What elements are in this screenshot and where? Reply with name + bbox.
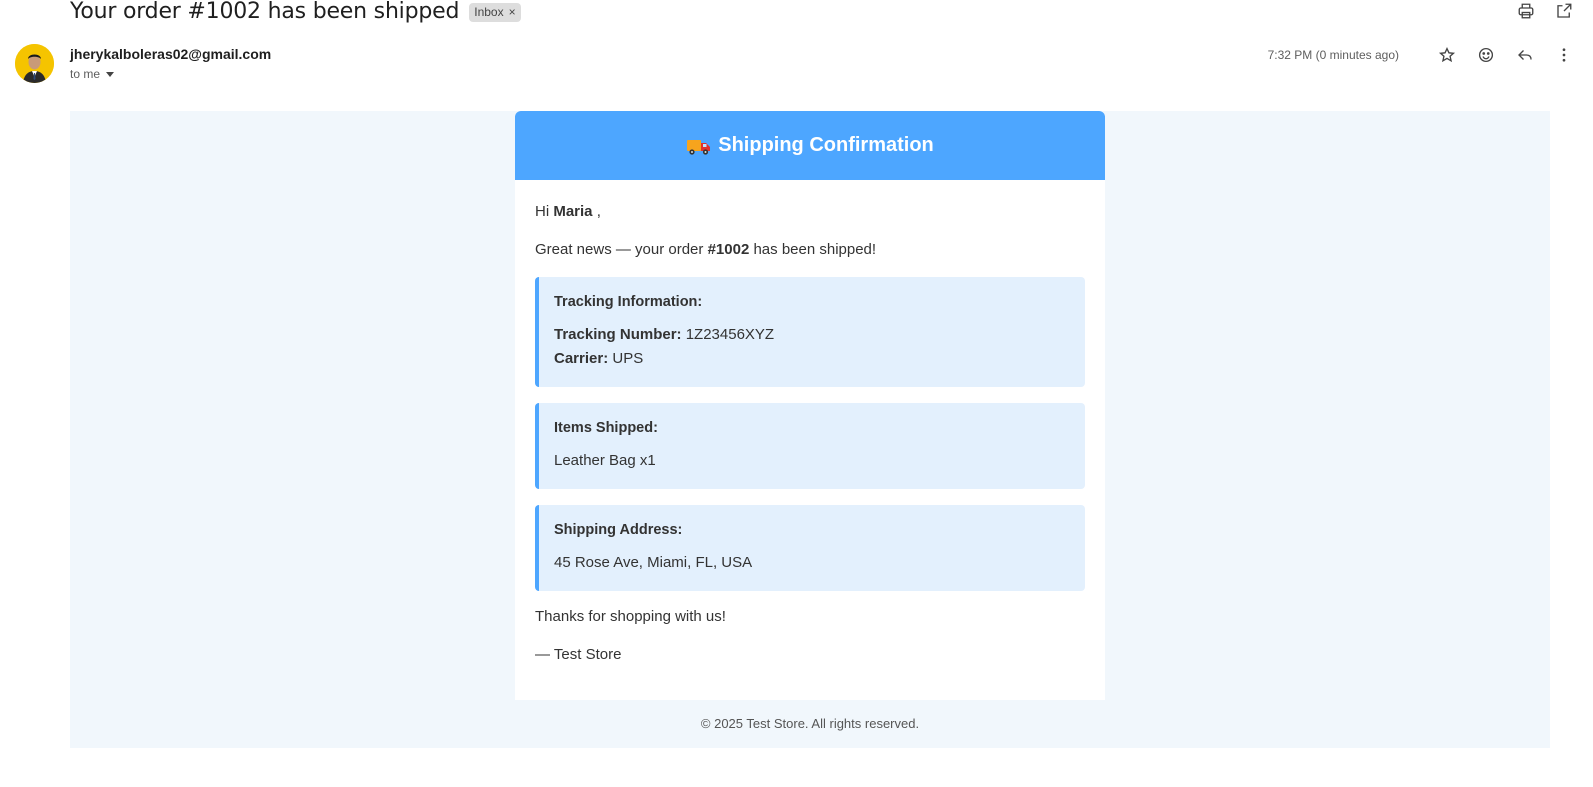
- remove-label-icon[interactable]: ×: [509, 5, 516, 19]
- email-body-background: Shipping Confirmation Hi Maria , Great n…: [70, 111, 1550, 748]
- label-text: Inbox: [474, 5, 504, 19]
- email-footer: © 2025 Test Store. All rights reserved.: [700, 716, 920, 731]
- email-banner: Shipping Confirmation: [515, 111, 1105, 180]
- tracking-number-value: 1Z23456XYZ: [685, 326, 775, 343]
- email-content: Hi Maria , Great news — your order #1002…: [515, 180, 1105, 665]
- intro-prefix: Great news — your order: [535, 241, 704, 258]
- sender-row: jherykalboleras02@gmail.com to me 7:32 P…: [15, 44, 1593, 88]
- more-vert-icon[interactable]: [1553, 44, 1575, 66]
- greeting-prefix: Hi: [535, 203, 550, 220]
- tracking-number-label: Tracking Number:: [554, 326, 682, 343]
- email-card: Shipping Confirmation Hi Maria , Great n…: [515, 111, 1105, 700]
- top-actions: [1515, 0, 1575, 22]
- message-actions: 7:32 PM (0 minutes ago): [1268, 44, 1575, 66]
- order-number: #1002: [707, 241, 750, 258]
- customer-name: Maria: [553, 203, 593, 220]
- avatar[interactable]: [15, 44, 54, 83]
- open-in-new-window-icon[interactable]: [1553, 0, 1575, 22]
- greeting-suffix: ,: [596, 203, 601, 220]
- items-title: Items Shipped:: [554, 420, 658, 436]
- reply-icon[interactable]: [1514, 44, 1536, 66]
- thanks-text: Thanks for shopping with us!: [535, 608, 726, 625]
- intro-text: Great news — your order #1002 has been s…: [535, 240, 1085, 260]
- tracking-info-box: Tracking Information: Tracking Number: 1…: [535, 277, 1085, 387]
- inbox-label-chip[interactable]: Inbox ×: [469, 2, 521, 22]
- items-value: Leather Bag x1: [554, 452, 656, 469]
- carrier-value: UPS: [612, 350, 644, 367]
- greeting: Hi Maria ,: [535, 202, 1085, 222]
- chevron-down-icon[interactable]: [106, 72, 115, 77]
- tracking-title: Tracking Information:: [554, 294, 703, 310]
- subject-row: Your order #1002 has been shipped Inbox …: [70, 0, 521, 24]
- items-shipped-box: Items Shipped: Leather Bag x1: [535, 403, 1085, 489]
- carrier-label: Carrier:: [554, 350, 609, 367]
- email-view: Your order #1002 has been shipped Inbox …: [0, 0, 1593, 787]
- timestamp: 7:32 PM (0 minutes ago): [1267, 48, 1399, 62]
- intro-suffix: has been shipped!: [753, 241, 877, 258]
- shipping-address-box: Shipping Address: 45 Rose Ave, Miami, FL…: [535, 505, 1085, 591]
- truck-icon: [686, 135, 712, 157]
- recipient-text: to me: [70, 67, 101, 81]
- star-icon[interactable]: [1436, 44, 1458, 66]
- recipient-details-toggle[interactable]: to me: [70, 67, 115, 81]
- address-title: Shipping Address:: [554, 522, 683, 538]
- address-value: 45 Rose Ave, Miami, FL, USA: [554, 554, 753, 571]
- carrier-row: Carrier: UPS: [554, 347, 1070, 371]
- print-icon[interactable]: [1515, 0, 1537, 22]
- sender-email: jherykalboleras02@gmail.com: [70, 46, 272, 62]
- tracking-number-row: Tracking Number: 1Z23456XYZ: [554, 323, 1070, 347]
- email-subject: Your order #1002 has been shipped: [70, 0, 460, 24]
- banner-title: Shipping Confirmation: [718, 134, 934, 156]
- signature: — Test Store: [535, 646, 622, 663]
- emoji-icon[interactable]: [1475, 44, 1497, 66]
